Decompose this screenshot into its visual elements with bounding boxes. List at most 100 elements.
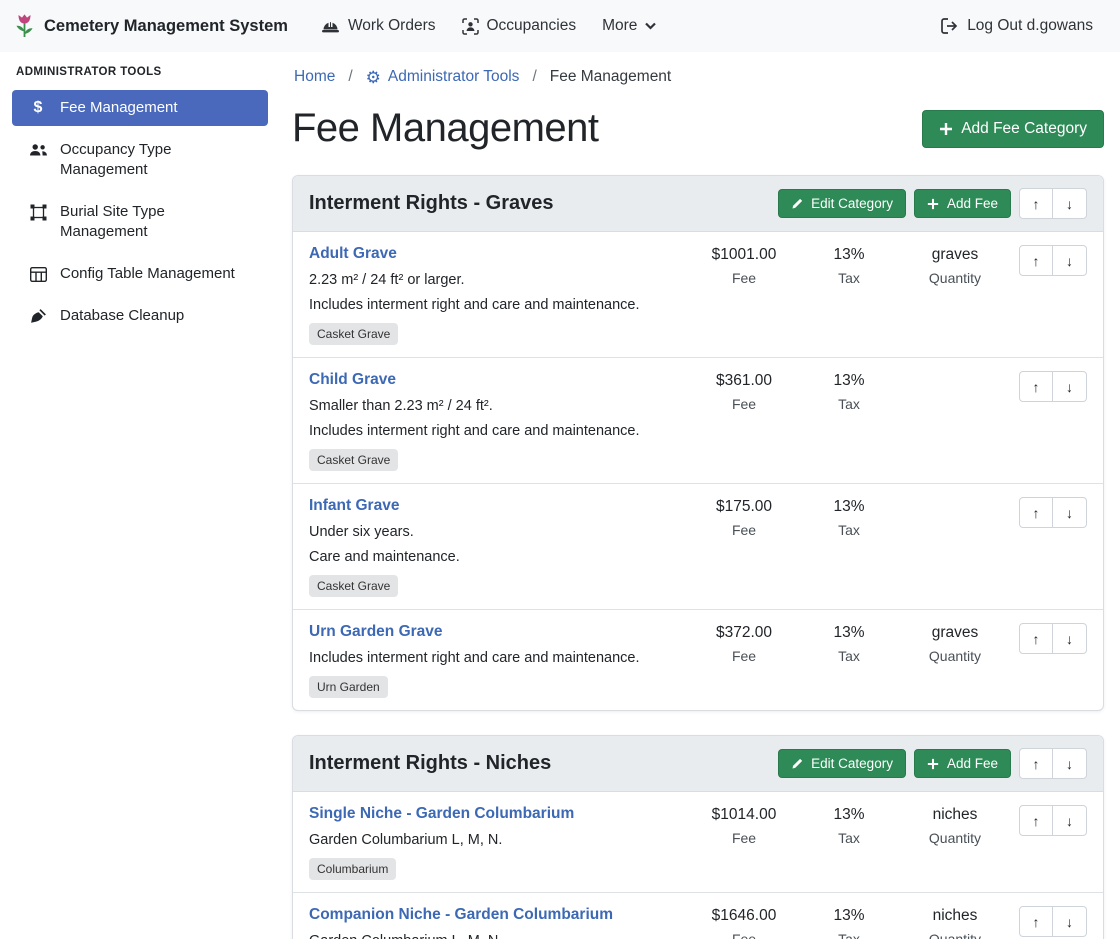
sidebar-item-label: Burial Site Type Management (60, 202, 256, 242)
fee-row: Adult Grave 2.23 m² / 24 ft² or larger. … (293, 232, 1103, 358)
tax-stat-label: Tax (799, 270, 899, 286)
breadcrumb-separator: / (532, 68, 536, 86)
move-category-down-button[interactable]: ↓ (1053, 748, 1087, 779)
sidebar-item-occupancy-type[interactable]: Occupancy Type Management (12, 132, 268, 188)
move-fee-down-button[interactable]: ↓ (1053, 623, 1087, 654)
nav-occupancies[interactable]: Occupancies (449, 9, 590, 43)
tulip-logo-icon (14, 13, 35, 39)
nav-occupancies-label: Occupancies (487, 17, 577, 35)
move-fee-up-button[interactable]: ↑ (1019, 245, 1053, 276)
fee-row: Companion Niche - Garden Columbarium Gar… (293, 893, 1103, 939)
sidebar-item-burial-site-type[interactable]: Burial Site Type Management (12, 194, 268, 250)
arrow-down-icon: ↓ (1066, 914, 1073, 930)
broom-icon (28, 306, 48, 326)
move-fee-down-button[interactable]: ↓ (1053, 906, 1087, 937)
fee-row: Infant Grave Under six years. Care and m… (293, 484, 1103, 610)
add-fee-label: Add Fee (947, 196, 998, 211)
nav-work-orders-label: Work Orders (348, 17, 436, 35)
category-reorder: ↑ ↓ (1019, 188, 1087, 219)
move-fee-down-button[interactable]: ↓ (1053, 245, 1087, 276)
fee-type-badge: Urn Garden (309, 676, 388, 698)
fee-row: Single Niche - Garden Columbarium Garden… (293, 792, 1103, 893)
add-fee-button[interactable]: Add Fee (914, 189, 1011, 218)
tax-stat-label: Tax (799, 522, 899, 538)
tax-value: 13% (799, 246, 899, 264)
chevron-down-icon (645, 22, 656, 30)
arrow-down-icon: ↓ (1066, 756, 1073, 772)
logout-label: Log Out d.gowans (967, 17, 1093, 35)
fee-description: Includes interment right and care and ma… (309, 297, 689, 313)
add-fee-button[interactable]: Add Fee (914, 749, 1011, 778)
move-category-up-button[interactable]: ↑ (1019, 748, 1053, 779)
breadcrumb-admin-tools-label: Administrator Tools (388, 68, 520, 86)
dollar-icon: $ (28, 98, 48, 118)
sidebar-item-fee-management[interactable]: $ Fee Management (12, 90, 268, 126)
fee-value: $361.00 (689, 372, 799, 390)
move-fee-up-button[interactable]: ↑ (1019, 805, 1053, 836)
edit-category-button[interactable]: Edit Category (778, 189, 906, 218)
move-fee-up-button[interactable]: ↑ (1019, 497, 1053, 528)
move-fee-down-button[interactable]: ↓ (1053, 497, 1087, 528)
tax-value: 13% (799, 624, 899, 642)
fee-description: Care and maintenance. (309, 549, 689, 565)
fee-value: $372.00 (689, 624, 799, 642)
edit-category-button[interactable]: Edit Category (778, 749, 906, 778)
fee-name-link[interactable]: Adult Grave (309, 245, 397, 263)
move-fee-up-button[interactable]: ↑ (1019, 623, 1053, 654)
move-fee-down-button[interactable]: ↓ (1053, 805, 1087, 836)
fee-stat: $175.00 Fee (689, 497, 799, 538)
sidebar-item-database-cleanup[interactable]: Database Cleanup (12, 298, 268, 334)
breadcrumb-admin-tools[interactable]: ⚙ Administrator Tools (366, 68, 520, 86)
fee-stat: $372.00 Fee (689, 623, 799, 664)
fee-name-link[interactable]: Child Grave (309, 371, 396, 389)
logout-link[interactable]: Log Out d.gowans (928, 9, 1106, 43)
quantity-stat-label: Quantity (899, 931, 1011, 939)
main-content: Home / ⚙ Administrator Tools / Fee Manag… (280, 52, 1120, 939)
move-category-up-button[interactable]: ↑ (1019, 188, 1053, 219)
category-header: Interment Rights - Graves Edit Category … (293, 176, 1103, 232)
move-fee-down-button[interactable]: ↓ (1053, 371, 1087, 402)
breadcrumb-home[interactable]: Home (294, 68, 335, 86)
fee-description: Garden Columbarium L, M, N. (309, 832, 689, 848)
tax-stat: 13% Tax (799, 906, 899, 939)
fee-name-link[interactable]: Companion Niche - Garden Columbarium (309, 906, 613, 924)
tax-stat: 13% Tax (799, 245, 899, 286)
fee-description: 2.23 m² / 24 ft² or larger. (309, 272, 689, 288)
breadcrumb-separator: / (348, 68, 352, 86)
arrow-down-icon: ↓ (1066, 253, 1073, 269)
nav-more[interactable]: More (589, 9, 669, 43)
add-fee-label: Add Fee (947, 756, 998, 771)
sidebar-heading: ADMINISTRATOR TOOLS (16, 66, 264, 78)
arrow-up-icon: ↑ (1033, 813, 1040, 829)
add-fee-category-button[interactable]: Add Fee Category (922, 110, 1104, 148)
category-reorder: ↑ ↓ (1019, 748, 1087, 779)
fee-type-badge: Casket Grave (309, 449, 398, 471)
arrow-up-icon: ↑ (1033, 914, 1040, 930)
nav-work-orders[interactable]: Work Orders (308, 9, 449, 43)
fee-reorder: ↑ ↓ (1019, 906, 1087, 937)
fee-reorder: ↑ ↓ (1019, 245, 1087, 276)
fee-description: Smaller than 2.23 m² / 24 ft². (309, 398, 689, 414)
arrow-up-icon: ↑ (1033, 505, 1040, 521)
fee-name-link[interactable]: Infant Grave (309, 497, 399, 515)
fee-reorder: ↑ ↓ (1019, 805, 1087, 836)
edit-category-label: Edit Category (811, 196, 893, 211)
brand-link[interactable]: Cemetery Management System (14, 13, 288, 39)
logout-icon (941, 18, 959, 34)
sidebar-item-config-table[interactable]: Config Table Management (12, 256, 268, 292)
move-fee-up-button[interactable]: ↑ (1019, 906, 1053, 937)
arrow-up-icon: ↑ (1033, 379, 1040, 395)
fee-name-link[interactable]: Urn Garden Grave (309, 623, 443, 641)
move-fee-up-button[interactable]: ↑ (1019, 371, 1053, 402)
move-category-down-button[interactable]: ↓ (1053, 188, 1087, 219)
fee-description: Garden Columbarium L, M, N. (309, 933, 689, 939)
tax-value: 13% (799, 806, 899, 824)
category-title: Interment Rights - Graves (309, 192, 554, 215)
quantity-value: graves (899, 246, 1011, 264)
fee-stat-label: Fee (689, 522, 799, 538)
quantity-stat-label: Quantity (899, 830, 1011, 846)
fee-reorder: ↑ ↓ (1019, 497, 1087, 528)
fee-stat: $1001.00 Fee (689, 245, 799, 286)
pencil-icon (791, 198, 803, 210)
fee-name-link[interactable]: Single Niche - Garden Columbarium (309, 805, 574, 823)
